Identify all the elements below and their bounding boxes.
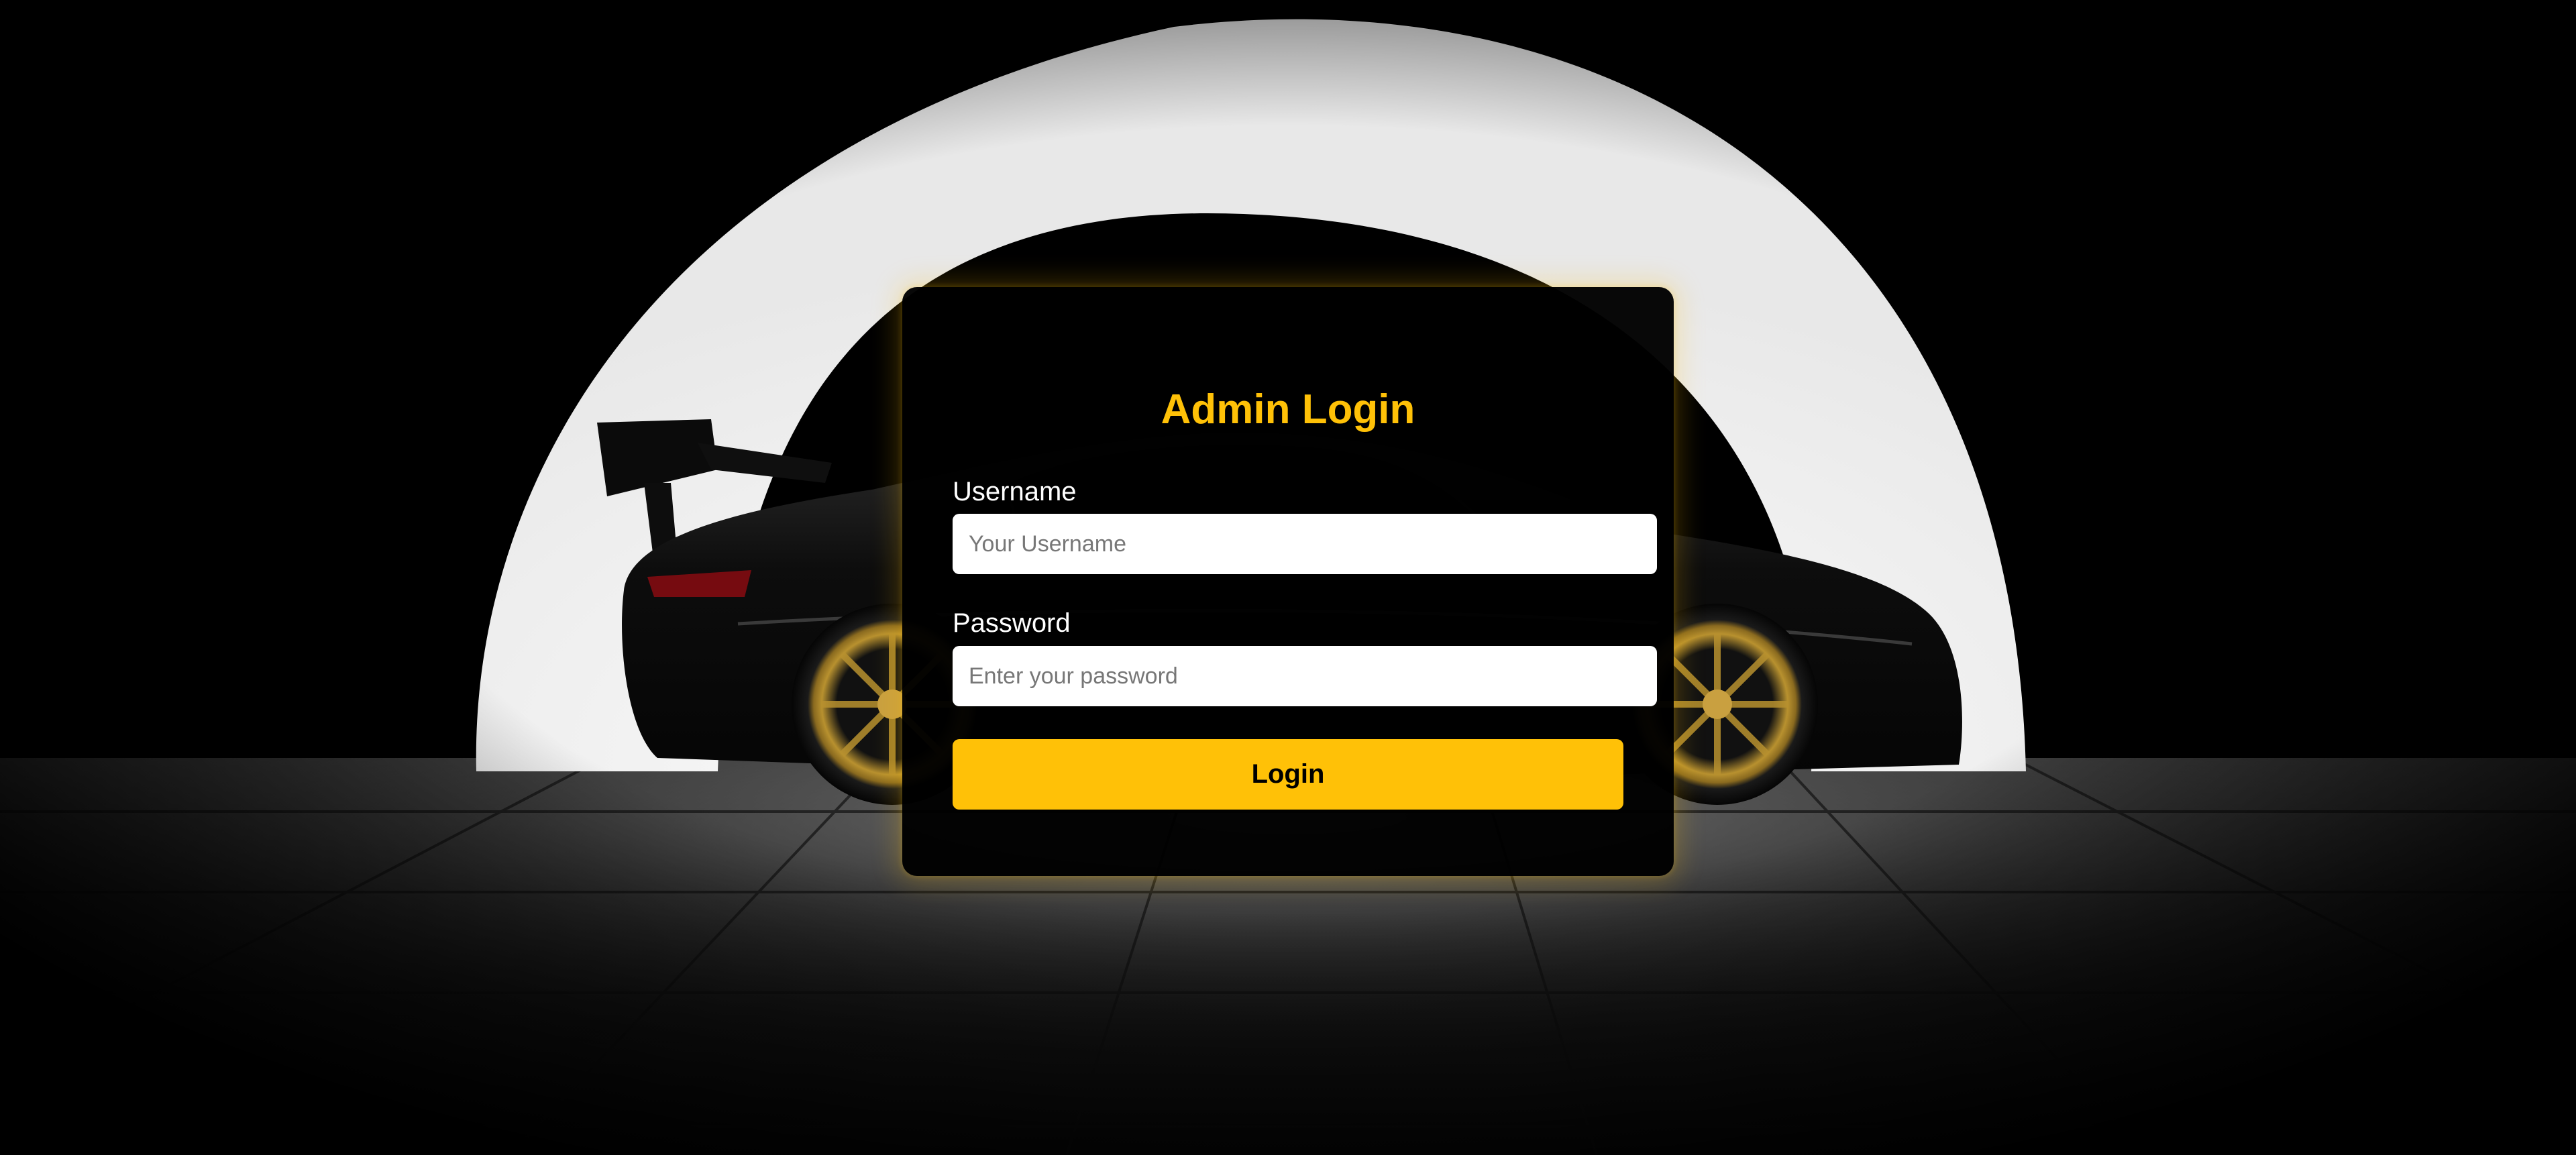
username-label: Username — [953, 477, 1077, 506]
login-panel: Admin Login Username Password Login — [902, 287, 1674, 876]
password-label: Password — [953, 608, 1071, 638]
login-button[interactable]: Login — [953, 739, 1623, 810]
password-input[interactable] — [953, 646, 1657, 706]
login-title: Admin Login — [1161, 386, 1415, 433]
username-input[interactable] — [953, 514, 1657, 574]
